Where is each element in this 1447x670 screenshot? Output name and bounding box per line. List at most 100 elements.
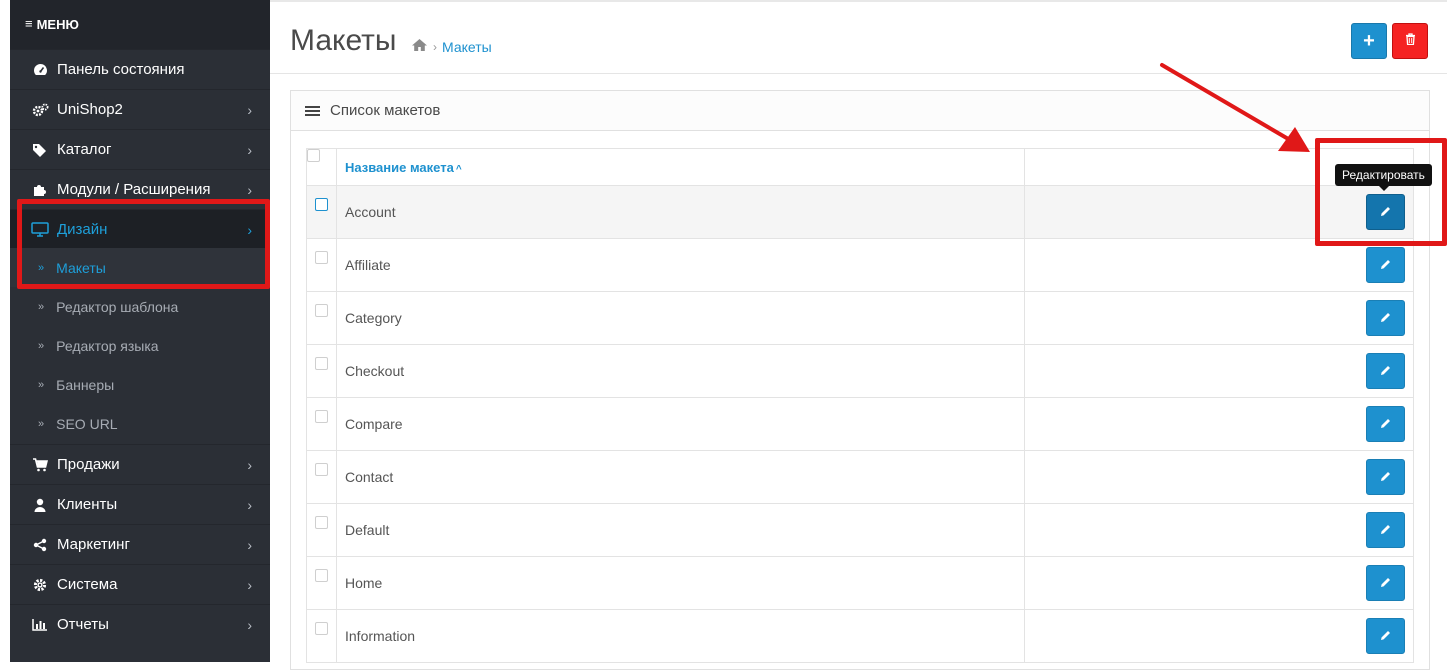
row-checkbox[interactable] (315, 622, 328, 635)
row-checkbox[interactable] (315, 569, 328, 582)
pencil-icon (1380, 469, 1391, 485)
table-row: Affiliate (306, 238, 1414, 292)
sidebar-item-label: Отчеты (57, 616, 109, 633)
pencil-icon (1380, 204, 1391, 220)
monitor-icon (30, 222, 50, 237)
submenu-item-banners[interactable]: » Баннеры (10, 365, 270, 404)
panel-title: Список макетов (330, 102, 441, 119)
chevron-right-icon: › (247, 537, 252, 553)
edit-button[interactable] (1366, 194, 1405, 230)
row-checkbox[interactable] (315, 304, 328, 317)
sidebar-item-system[interactable]: Система › (10, 564, 270, 604)
chevron-right-icon: › (247, 142, 252, 158)
cart-icon (30, 457, 50, 472)
layout-name: Information (336, 609, 1025, 663)
menu-label: МЕНЮ (36, 17, 79, 32)
select-all-checkbox[interactable] (307, 149, 320, 162)
edit-button[interactable] (1366, 247, 1405, 283)
bar-chart-icon (30, 618, 50, 631)
sort-by-name-header[interactable]: Название макета ^ (336, 148, 1025, 186)
pencil-icon (1380, 310, 1391, 326)
column-header-name: Название макета (345, 159, 454, 175)
row-checkbox[interactable] (315, 410, 328, 423)
menu-icon: ≡ (25, 16, 33, 31)
pencil-icon (1380, 363, 1391, 379)
submenu-item-language-editor[interactable]: » Редактор языка (10, 326, 270, 365)
edit-button[interactable] (1366, 300, 1405, 336)
chevron-right-icon: › (247, 182, 252, 198)
double-chevron-icon: » (38, 339, 45, 352)
edit-button[interactable] (1366, 353, 1405, 389)
sidebar-item-dashboard[interactable]: Панель состояния (10, 49, 270, 89)
table-row: Information (306, 609, 1414, 663)
sidebar-item-customers[interactable]: Клиенты › (10, 484, 270, 524)
menu-toggle[interactable]: ≡ МЕНЮ (10, 0, 270, 49)
page-title: Макеты (290, 24, 397, 57)
table-row: Account (306, 185, 1414, 239)
select-all-cell (306, 148, 337, 186)
cogs-icon (30, 103, 50, 117)
submenu-item-template-editor[interactable]: » Редактор шаблона (10, 287, 270, 326)
sidebar-item-unishop2[interactable]: UniShop2 › (10, 89, 270, 129)
sidebar-item-sales[interactable]: Продажи › (10, 444, 270, 484)
edit-button[interactable] (1366, 565, 1405, 601)
sidebar-item-label: Панель состояния (57, 61, 185, 78)
edit-button[interactable] (1366, 618, 1405, 654)
sidebar-item-label: UniShop2 (57, 101, 123, 118)
edit-button[interactable] (1366, 512, 1405, 548)
sidebar-item-label: Маркетинг (57, 536, 130, 553)
sidebar-item-catalog[interactable]: Каталог › (10, 129, 270, 169)
layout-name: Affiliate (336, 238, 1025, 292)
row-checkbox[interactable] (315, 198, 328, 211)
row-checkbox[interactable] (315, 251, 328, 264)
sidebar-item-reports[interactable]: Отчеты › (10, 604, 270, 644)
submenu-item-seo-url[interactable]: » SEO URL (10, 404, 270, 443)
submenu-item-label: Баннеры (56, 376, 115, 393)
pencil-icon (1380, 575, 1391, 591)
chevron-right-icon: › (247, 497, 252, 513)
row-checkbox[interactable] (315, 463, 328, 476)
puzzle-icon (30, 182, 50, 197)
chevron-right-icon: › (247, 222, 252, 238)
breadcrumb-separator-icon: › (433, 39, 437, 54)
edit-button[interactable] (1366, 459, 1405, 495)
sidebar-item-design[interactable]: Дизайн › (10, 209, 270, 249)
row-checkbox[interactable] (315, 357, 328, 370)
layout-name: Checkout (336, 344, 1025, 398)
sidebar-item-label: Продажи (57, 456, 120, 473)
sidebar-item-label: Каталог (57, 141, 112, 158)
sort-caret-up-icon: ^ (455, 163, 462, 175)
sidebar-item-label: Система (57, 576, 118, 593)
layout-name: Home (336, 556, 1025, 610)
breadcrumb-link-layouts[interactable]: Макеты (442, 39, 492, 55)
sidebar-item-label: Дизайн (57, 221, 108, 238)
double-chevron-icon: » (38, 300, 45, 313)
layout-name: Contact (336, 450, 1025, 504)
page-header: Макеты › Макеты + (270, 2, 1447, 74)
home-icon[interactable] (411, 38, 428, 55)
row-checkbox[interactable] (315, 516, 328, 529)
plus-icon: + (1363, 29, 1375, 52)
layout-name: Default (336, 503, 1025, 557)
table-header-row: Название макета ^ (306, 148, 1414, 186)
submenu-item-label: Редактор шаблона (56, 298, 179, 315)
table-row: Home (306, 556, 1414, 610)
edit-button[interactable] (1366, 406, 1405, 442)
pencil-icon (1380, 522, 1391, 538)
trash-icon (1405, 32, 1416, 50)
sidebar-item-modules[interactable]: Модули / Расширения › (10, 169, 270, 209)
submenu-item-layouts[interactable]: » Макеты (10, 248, 270, 287)
submenu-item-label: Редактор языка (56, 337, 159, 354)
layouts-table: Название макета ^ Account Affiliate Categ… (306, 148, 1414, 663)
sidebar-item-label: Клиенты (57, 496, 118, 513)
pencil-icon (1380, 628, 1391, 644)
user-icon (30, 498, 50, 512)
sidebar-item-label: Модули / Расширения (57, 181, 211, 198)
sidebar-item-marketing[interactable]: Маркетинг › (10, 524, 270, 564)
delete-button[interactable] (1392, 23, 1428, 59)
double-chevron-icon: » (38, 261, 45, 274)
chevron-right-icon: › (247, 102, 252, 118)
add-button[interactable]: + (1351, 23, 1387, 59)
double-chevron-icon: » (38, 378, 45, 391)
panel-heading: Список макетов (291, 91, 1429, 131)
